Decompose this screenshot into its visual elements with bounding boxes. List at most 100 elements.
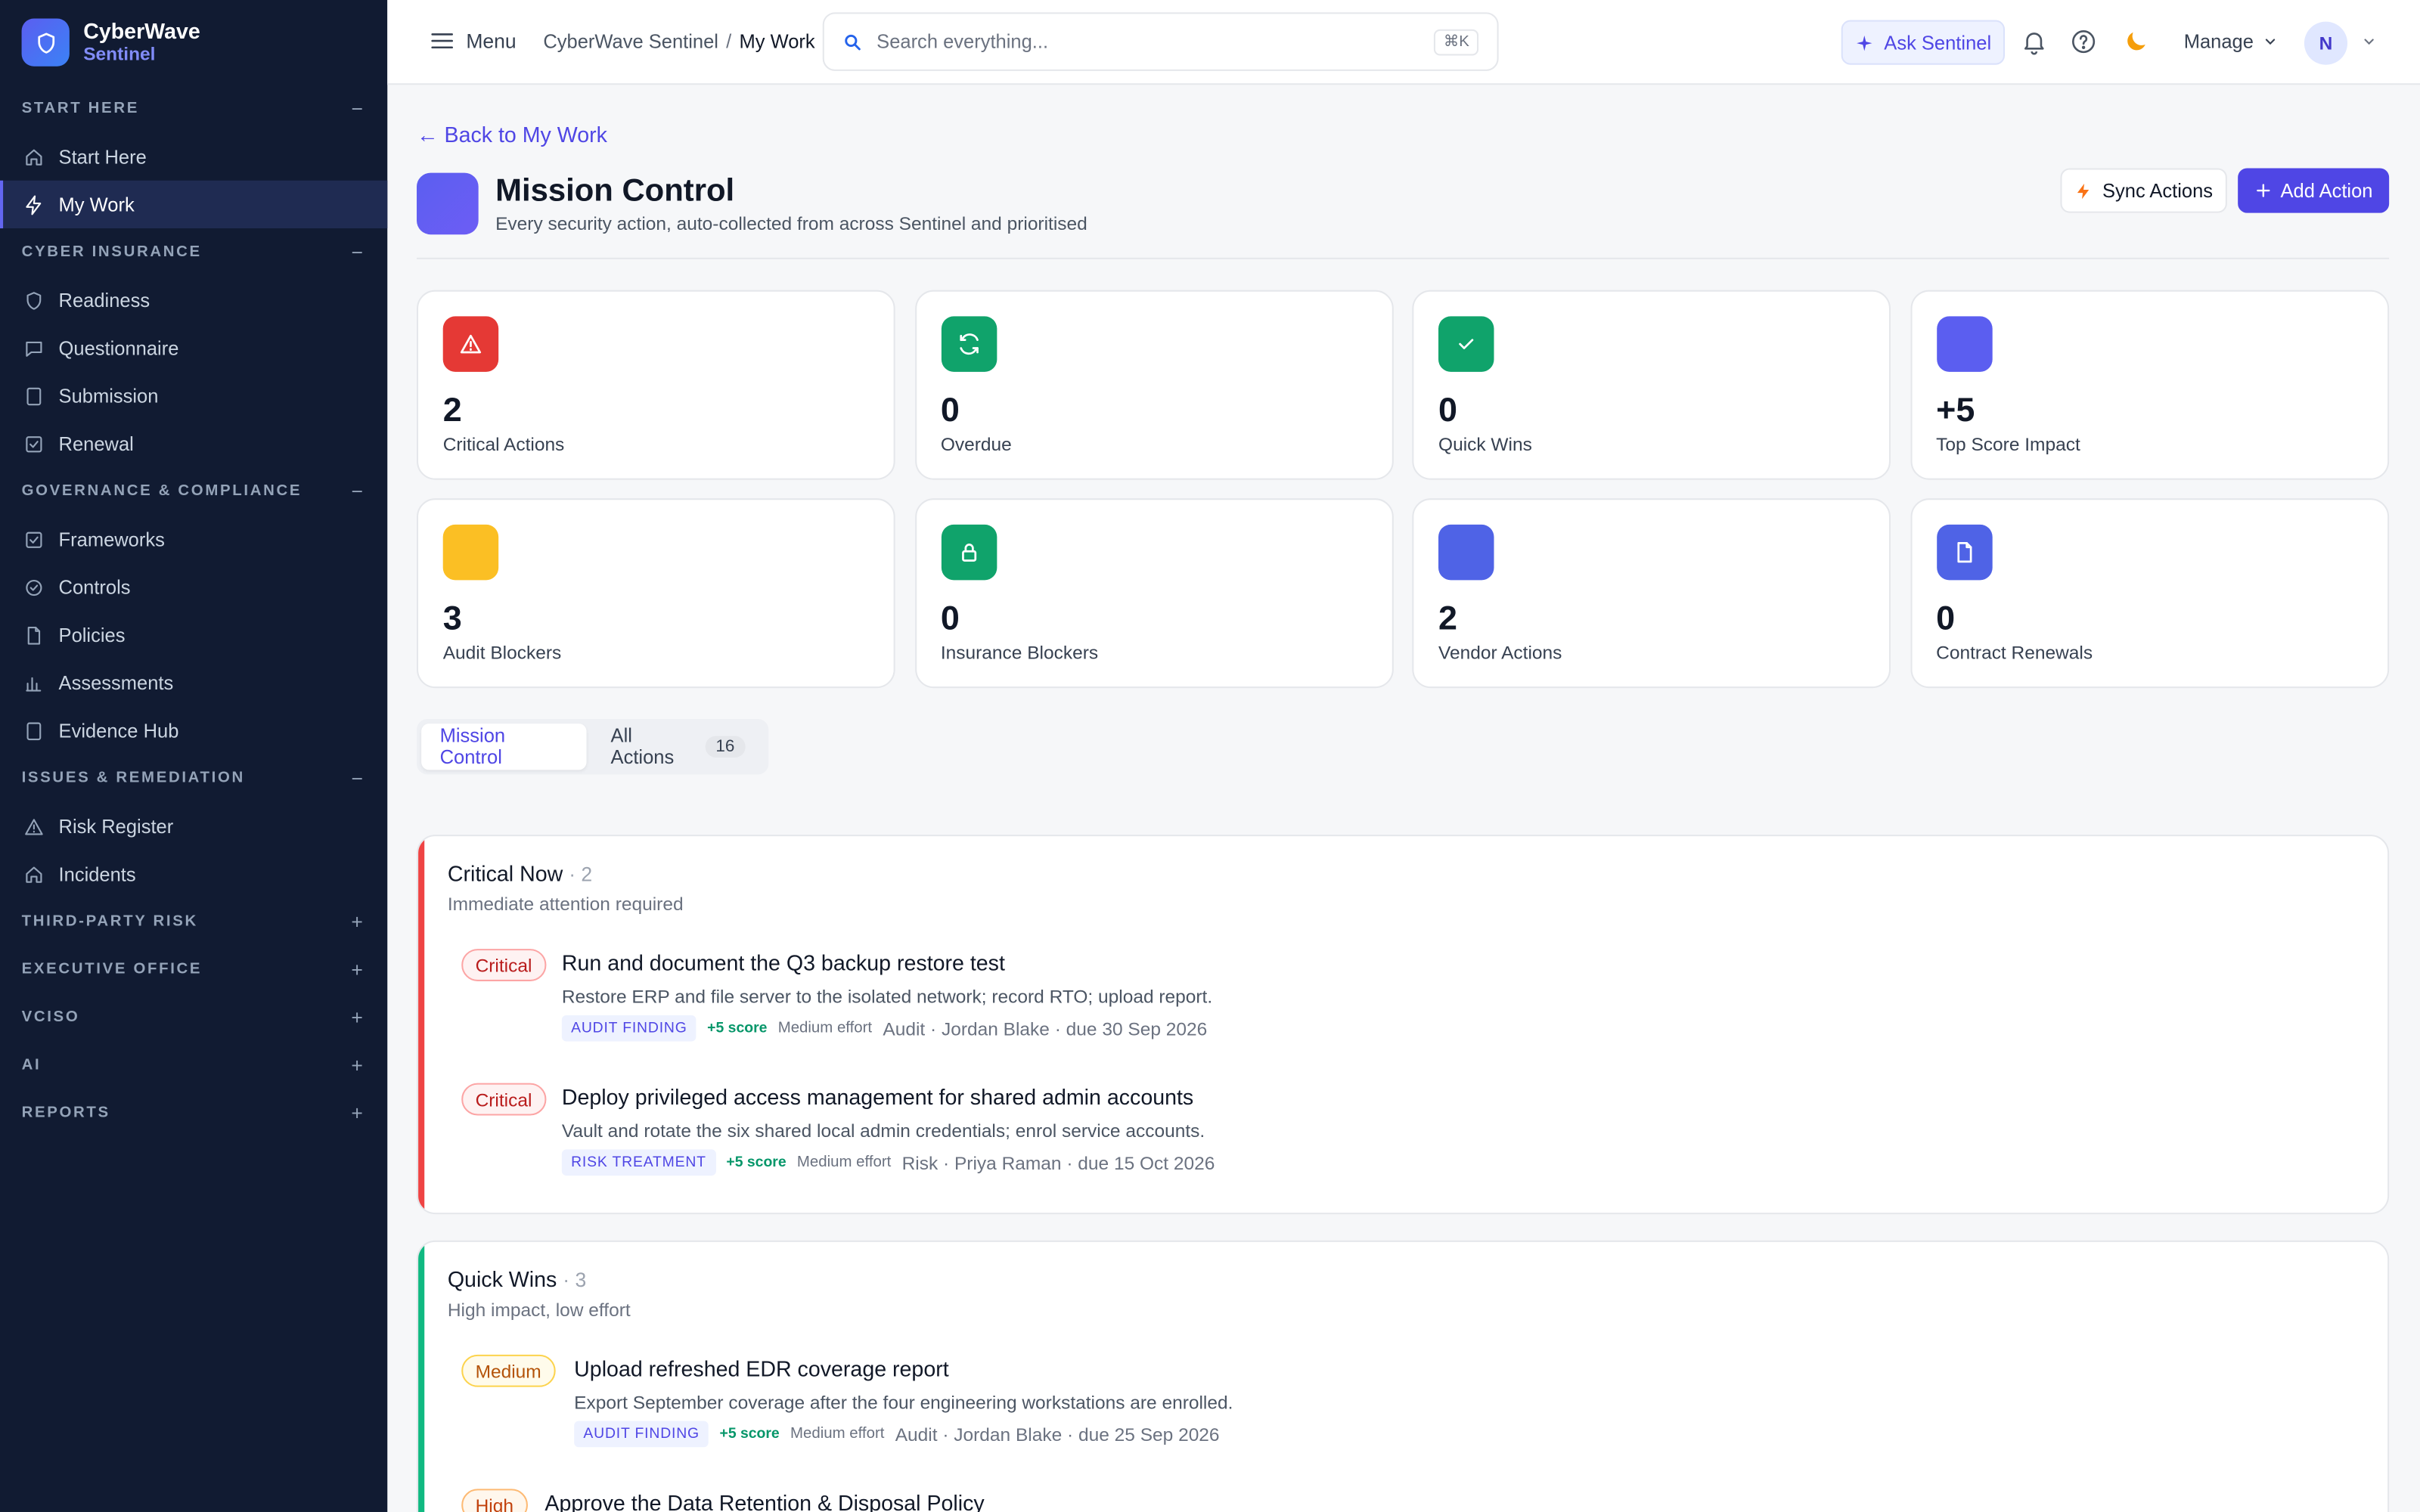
collapse-icon[interactable]: − [350, 767, 365, 790]
sidebar-item-policies[interactable]: Policies [0, 611, 387, 658]
nav-section-executive-office[interactable]: EXECUTIVE OFFICE + [0, 946, 387, 993]
kpi-value: 0 [1936, 598, 1956, 637]
action-item[interactable]: High Approve the Data Retention & Disposa… [461, 1489, 2344, 1512]
action-item[interactable]: Critical Run and document the Q3 backup r… [461, 949, 2344, 1045]
nav-section-ai[interactable]: AI + [0, 1042, 387, 1089]
action-group-quick-wins: Quick Wins · 3 High impact, low effort Med… [417, 1240, 2390, 1512]
add-action-button[interactable]: Add Action [2238, 168, 2390, 213]
sidebar-item-my-work[interactable]: My Work [0, 180, 388, 229]
sidebar-item-assessments[interactable]: Assessments [0, 658, 387, 706]
expand-icon[interactable]: + [350, 1054, 365, 1077]
page-title: Mission Control [495, 172, 735, 209]
chevron-down-icon[interactable] [2361, 34, 2376, 49]
tab-label: All Actions [610, 725, 675, 769]
shield-logo-icon [21, 18, 70, 67]
lightning-icon [2074, 181, 2093, 200]
sidebar-item-label: Incidents [58, 863, 136, 885]
action-title[interactable]: Deploy privileged access management for … [562, 1085, 1193, 1110]
main-content: ← Back to My Work Mission Control Every … [387, 85, 2420, 1512]
collapse-icon[interactable]: − [350, 240, 365, 264]
back-link[interactable]: ← Back to My Work [417, 122, 607, 147]
kpi-label: Top Score Impact [1936, 433, 2080, 456]
nav-section-label: ISSUES & REMEDIATION [21, 770, 245, 787]
nav-section-start-here[interactable]: START HERE − [0, 85, 387, 132]
group-subtitle: High impact, low effort [447, 1299, 631, 1321]
action-group-critical-now: Critical Now · 2 Immediate attention requ… [417, 835, 2390, 1215]
kpi-card-overdue[interactable]: 0 Overdue [914, 290, 1393, 480]
sidebar-item-submission[interactable]: Submission [0, 372, 387, 420]
nav-section-vciso[interactable]: VCISO + [0, 993, 387, 1041]
moon-icon[interactable] [2122, 28, 2150, 56]
expand-icon[interactable]: + [350, 1101, 365, 1125]
breadcrumb-separator: / [726, 30, 732, 53]
nav-section-reports[interactable]: REPORTS + [0, 1089, 387, 1137]
menu-button[interactable]: Menu [429, 28, 517, 54]
sidebar-item-risk-register[interactable]: Risk Register [0, 802, 387, 850]
bell-icon[interactable] [2020, 28, 2048, 56]
expand-icon[interactable]: + [350, 1006, 365, 1030]
collapse-icon[interactable]: − [350, 98, 365, 121]
kpi-badge-icon [1438, 524, 1494, 581]
brand-product: Sentinel [83, 42, 156, 64]
manage-dropdown[interactable]: Manage [2184, 31, 2279, 52]
kpi-card-quick-wins[interactable]: 0 Quick Wins [1412, 290, 1891, 480]
nav-section-label: VCISO [21, 1009, 80, 1027]
action-title[interactable]: Approve the Data Retention & Disposal Po… [544, 1490, 984, 1512]
nav-section-label: AI [21, 1056, 42, 1074]
warning-icon [442, 316, 499, 372]
expand-icon[interactable]: + [350, 958, 365, 981]
chat-icon [23, 337, 45, 359]
breadcrumb-current: My Work [739, 30, 815, 53]
search-input[interactable]: Search everything... [876, 31, 1420, 53]
kpi-card-insurance-blockers[interactable]: 0 Insurance Blockers [914, 498, 1393, 689]
group-count: · 2 [569, 862, 593, 886]
priority-badge: Critical [461, 949, 546, 981]
sidebar-item-questionnaire[interactable]: Questionnaire [0, 324, 387, 372]
sidebar-item-controls[interactable]: Controls [0, 563, 387, 611]
kpi-card-vendor-actions[interactable]: 2 Vendor Actions [1412, 498, 1891, 689]
kpi-card-top-score-impact[interactable]: +5 Top Score Impact [1910, 290, 2389, 480]
kpi-card-audit-blockers[interactable]: 3 Audit Blockers [417, 498, 895, 689]
sidebar-item-renewal[interactable]: Renewal [0, 420, 387, 467]
sidebar-item-start-here[interactable]: Start Here [0, 133, 387, 181]
collapse-icon[interactable]: − [350, 480, 365, 503]
avatar[interactable]: N [2304, 21, 2348, 65]
nav-section-cyber-insurance[interactable]: CYBER INSURANCE − [0, 228, 387, 276]
brand-name: CyberWave [83, 17, 200, 43]
sidebar-item-label: Readiness [58, 289, 150, 311]
nav-section-label: THIRD-PARTY RISK [21, 913, 198, 931]
kpi-card-contract-renewals[interactable]: 0 Contract Renewals [1910, 498, 2389, 689]
nav-section-label: REPORTS [21, 1105, 110, 1122]
kpi-card-critical-actions[interactable]: 2 Critical Actions [417, 290, 895, 480]
action-title[interactable]: Upload refreshed EDR coverage report [574, 1356, 948, 1381]
help-icon[interactable] [2070, 28, 2098, 56]
kpi-label: Quick Wins [1438, 433, 1532, 456]
action-title[interactable]: Run and document the Q3 backup restore t… [562, 950, 1005, 975]
ask-sentinel-button[interactable]: Ask Sentinel [1841, 20, 2005, 65]
search-shortcut: ⌘K [1434, 28, 1479, 55]
nav-section-governance-and-compliance[interactable]: GOVERNANCE & COMPLIANCE − [0, 467, 387, 515]
sidebar-item-incidents[interactable]: Incidents [0, 850, 387, 897]
sidebar-item-frameworks[interactable]: Frameworks [0, 516, 387, 563]
action-item[interactable]: Critical Deploy privileged access managem… [461, 1083, 2344, 1179]
sync-actions-button[interactable]: Sync Actions [2060, 168, 2227, 213]
kpi-label: Overdue [940, 433, 1012, 456]
kpi-value: 0 [940, 390, 960, 429]
sidebar-item-readiness[interactable]: Readiness [0, 276, 387, 324]
expand-icon[interactable]: + [350, 910, 365, 934]
sidebar-item-evidence-hub[interactable]: Evidence Hub [0, 707, 387, 754]
breadcrumb-root[interactable]: CyberWave Sentinel [543, 31, 718, 53]
sidebar-item-label: Policies [58, 624, 126, 646]
nav-section-third-party-risk[interactable]: THIRD-PARTY RISK + [0, 898, 387, 946]
nav-section-issues-and-remediation[interactable]: ISSUES & REMEDIATION − [0, 754, 387, 802]
document-icon [1936, 524, 1992, 581]
kpi-label: Insurance Blockers [940, 641, 1099, 664]
action-item[interactable]: Medium Upload refreshed EDR coverage repo… [461, 1354, 2344, 1451]
search-bar[interactable]: Search everything... ⌘K [822, 12, 1499, 71]
brand[interactable]: CyberWave Sentinel [0, 0, 387, 85]
chevron-down-icon [2263, 34, 2278, 49]
tab-all-actions[interactable]: All Actions 16 [592, 723, 764, 770]
kpi-label: Vendor Actions [1438, 641, 1562, 664]
tab-mission-control[interactable]: Mission Control [421, 723, 586, 770]
nav-section-label: EXECUTIVE OFFICE [21, 961, 203, 978]
